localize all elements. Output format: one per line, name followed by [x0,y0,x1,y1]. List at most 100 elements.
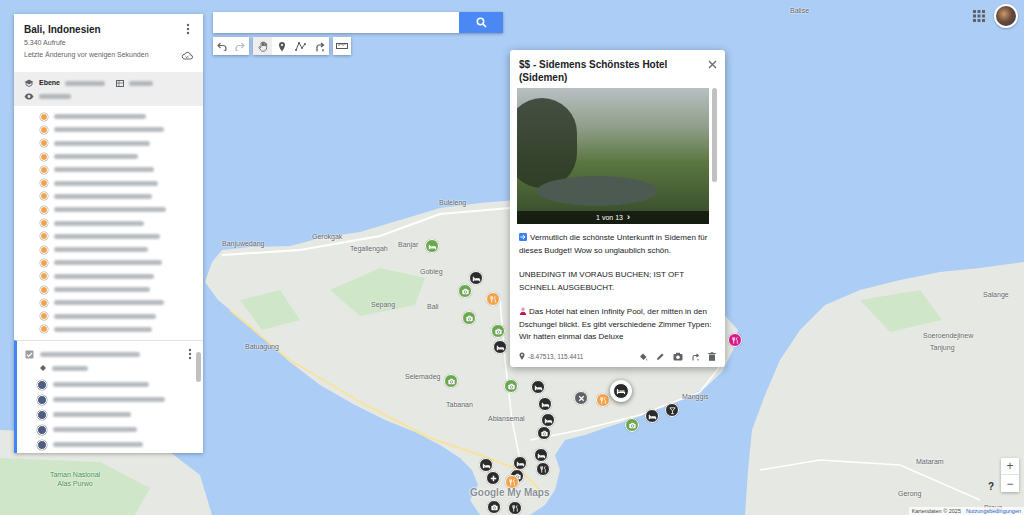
pan-button[interactable] [253,37,272,55]
map-pin[interactable] [728,333,742,347]
search-input[interactable] [213,12,459,33]
map-title[interactable]: Bali, Indonesien [24,23,101,36]
measure-button[interactable] [333,37,351,55]
item-marker-icon [37,440,47,450]
layer-item[interactable] [14,110,203,123]
more-icon[interactable] [183,23,193,35]
map-pin[interactable] [425,239,439,253]
more-icon[interactable] [185,348,195,360]
map-pin[interactable] [538,397,552,411]
layer-item[interactable] [17,407,203,422]
layer-item[interactable] [14,216,203,229]
map-pin[interactable] [505,475,519,489]
map-pin[interactable] [536,462,550,476]
edit-icon[interactable] [656,352,665,361]
redo-button[interactable] [231,37,249,55]
pin-marker [493,340,507,354]
style-icon[interactable] [39,364,47,372]
layer-item[interactable] [14,283,203,296]
layer-item[interactable] [17,377,203,392]
map-pin[interactable] [487,500,501,514]
photo[interactable]: 1 von 13 › [517,88,709,224]
layer-item[interactable] [14,190,203,203]
layer-item[interactable] [14,230,203,243]
search-bar [213,12,503,33]
map-pin[interactable] [625,418,639,432]
close-icon[interactable] [708,60,717,69]
photo-next[interactable]: › [627,213,630,222]
layer-item[interactable] [14,163,203,176]
map-pin[interactable] [462,311,476,325]
map-pin[interactable] [508,501,522,515]
map-pin[interactable] [596,393,610,407]
redacted-text [54,167,154,172]
place-label: Salange [983,290,1009,299]
map-pin[interactable] [493,340,507,354]
layer-item[interactable] [14,137,203,150]
map-pin[interactable] [610,380,632,402]
map-pin[interactable] [458,284,472,298]
map-pin[interactable] [469,271,483,285]
checkbox-icon[interactable] [25,350,34,359]
layer-item[interactable] [17,392,203,407]
help-button[interactable]: ? [985,481,997,493]
zoom-out-button[interactable]: − [1001,475,1019,492]
map-pin[interactable] [504,379,518,393]
terms-link[interactable]: Nutzungsbedingungen [966,508,1021,515]
layer-name[interactable]: Ebene [39,78,60,88]
map-pin[interactable] [513,456,527,470]
map-pin[interactable] [479,458,493,472]
map-pin[interactable] [491,324,505,338]
delete-icon[interactable] [708,352,716,361]
item-marker-icon [37,410,47,420]
layer-item[interactable] [17,437,203,452]
directions-button[interactable] [310,37,329,55]
layer-item[interactable] [14,270,203,283]
directions-icon[interactable] [691,352,700,361]
map-pin[interactable] [486,292,500,306]
bed-icon [496,343,505,352]
apps-icon[interactable] [973,10,985,22]
map-pin[interactable] [531,380,545,394]
camera-icon [494,327,503,336]
pin-marker [479,458,493,472]
marker-button[interactable] [272,37,291,55]
map-pin[interactable] [541,413,555,427]
layer-item[interactable] [14,256,203,269]
account-avatar[interactable] [994,4,1018,28]
layer-item[interactable] [14,123,203,136]
search-button[interactable] [459,12,503,33]
bed-icon [648,412,657,421]
layer-header[interactable] [17,348,203,360]
search-icon [476,17,487,28]
camera-icon[interactable] [673,352,683,361]
map-pin[interactable] [665,403,679,417]
photo-nav[interactable]: 1 von 13 › [517,211,709,224]
map-pin[interactable] [444,374,458,388]
description-paragraph: Vermutlich die schönste Unterkunft in Si… [519,232,716,257]
style-icon[interactable] [639,352,648,361]
map-canvas[interactable]: BaliseBulelengBanjuwedangGerokgakTegalle… [0,0,1024,515]
undo-button[interactable] [213,37,231,55]
map-pin[interactable] [537,426,551,440]
map-pin[interactable] [574,391,588,405]
layer-item[interactable] [17,422,203,437]
map-pin[interactable] [486,471,500,485]
line-button[interactable] [291,37,310,55]
layer-item[interactable] [14,243,203,256]
layer-item[interactable] [14,203,203,216]
layer-header[interactable]: Ebene [14,72,203,106]
redacted-text [54,221,144,226]
layer-item[interactable] [14,309,203,322]
layer-item[interactable] [14,150,203,163]
camera-icon [540,429,549,438]
layer-item[interactable] [14,296,203,309]
panel-scrollbar[interactable] [196,352,201,382]
map-pin[interactable] [645,409,659,423]
map-pin[interactable] [534,448,548,462]
popup-scrollbar[interactable] [712,88,717,182]
layer-item[interactable] [14,176,203,189]
zoom-in-button[interactable]: + [1001,458,1019,475]
eye-icon[interactable] [24,93,34,100]
layer-item[interactable] [14,323,203,336]
